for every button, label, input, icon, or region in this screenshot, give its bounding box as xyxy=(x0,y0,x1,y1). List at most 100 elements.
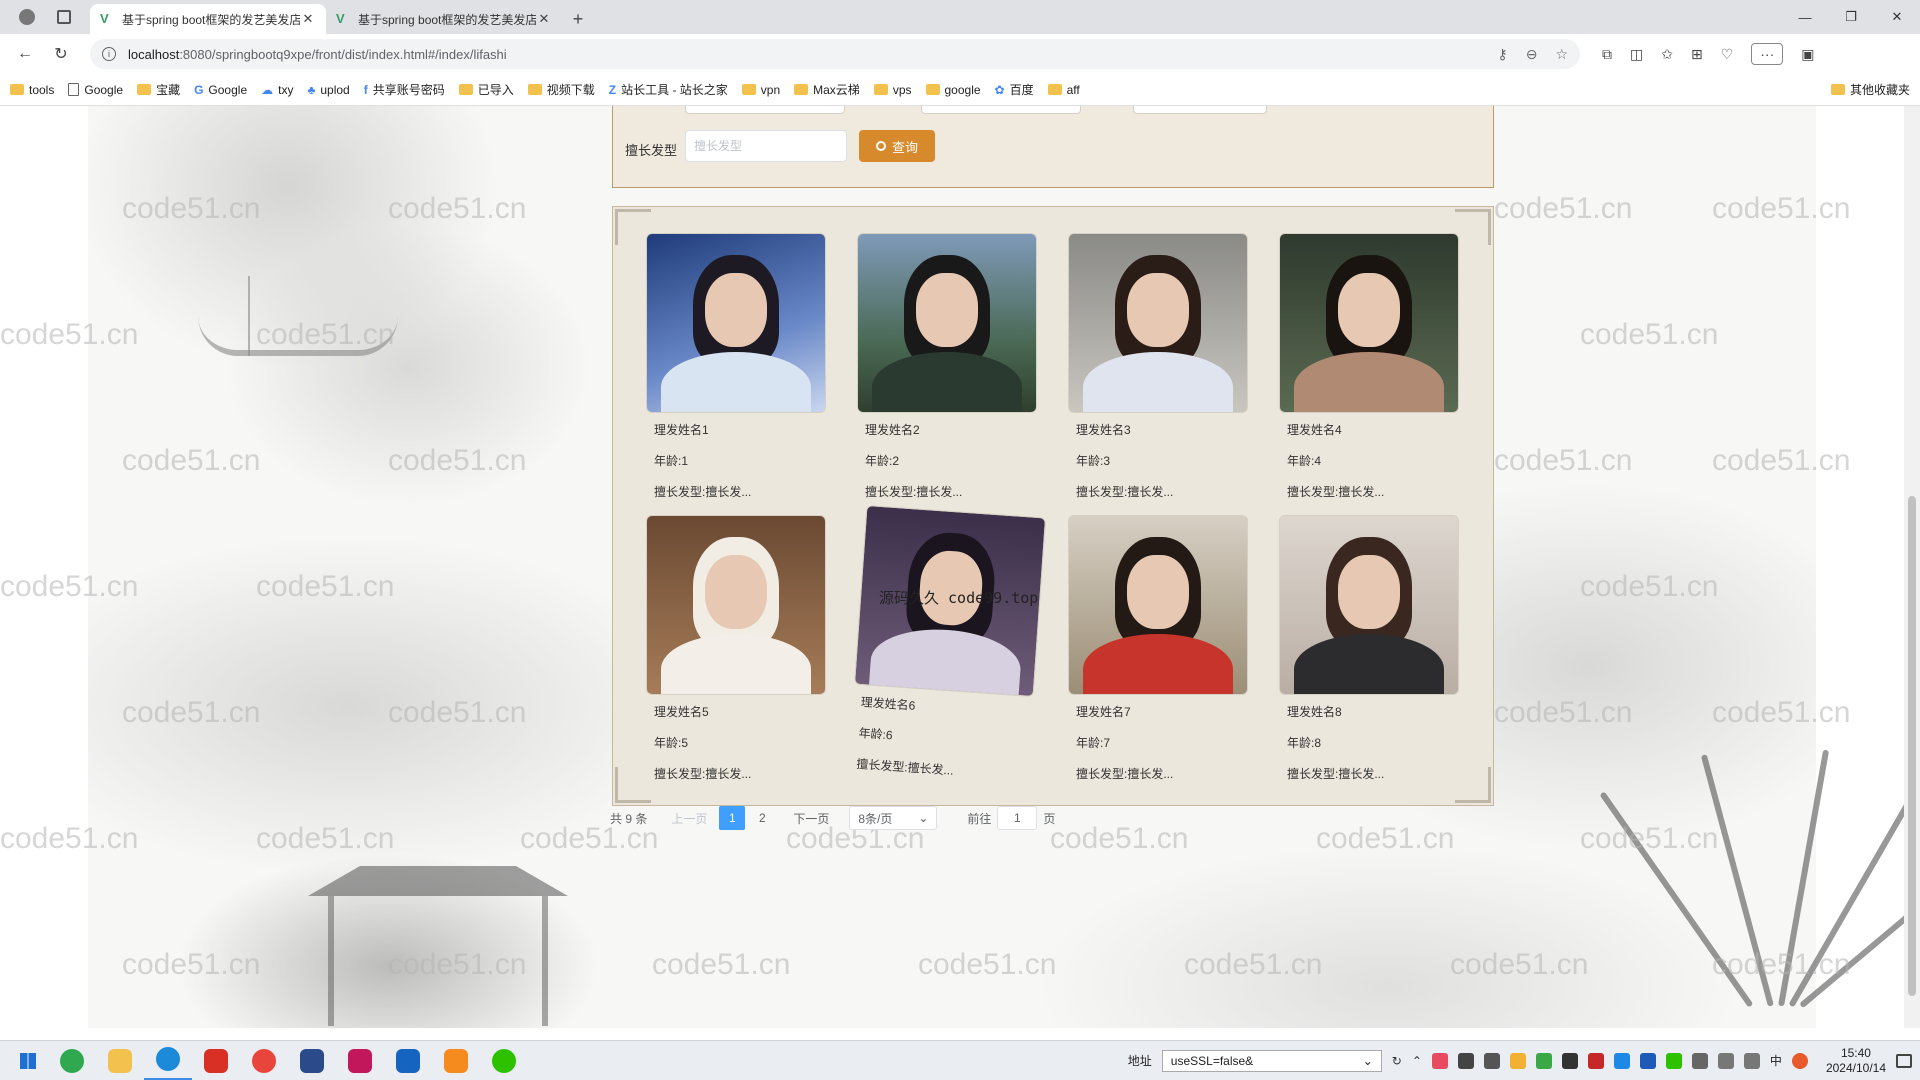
tray-app-icon[interactable] xyxy=(1535,1052,1552,1069)
browser-360-icon[interactable] xyxy=(48,1041,96,1080)
key-icon[interactable]: ⚷ xyxy=(1497,46,1507,63)
bookmark-other-favorites[interactable]: 其他收藏夹 xyxy=(1830,81,1910,98)
scrollbar-thumb[interactable] xyxy=(1908,496,1916,996)
next-page-button[interactable]: 下一页 xyxy=(783,810,839,827)
bookmark-treasure[interactable]: 宝藏 xyxy=(137,81,180,98)
profile-icon[interactable] xyxy=(19,9,35,25)
stylist-photo[interactable] xyxy=(1279,233,1459,413)
sidebar-toggle-icon[interactable]: ▣ xyxy=(1801,46,1814,63)
bookmark-imported[interactable]: 已导入 xyxy=(458,81,514,98)
stylist-photo[interactable] xyxy=(1068,233,1248,413)
bookmark-vpn[interactable]: vpn xyxy=(741,83,780,97)
bookmark-max-ladder[interactable]: Max云梯 xyxy=(794,81,860,98)
stylist-photo[interactable] xyxy=(1279,515,1459,695)
tray-app-icon[interactable] xyxy=(1431,1052,1448,1069)
notification-icon[interactable] xyxy=(1896,1053,1912,1068)
bookmark-vps[interactable]: vps xyxy=(873,83,912,97)
network-icon[interactable] xyxy=(1717,1052,1734,1069)
edge-browser-icon[interactable] xyxy=(144,1041,192,1080)
microphone-icon[interactable] xyxy=(1483,1052,1500,1069)
restore-icon[interactable]: ❐ xyxy=(1828,0,1874,34)
prev-page-button[interactable]: 上一页 xyxy=(661,810,717,827)
tray-app-icon[interactable] xyxy=(1639,1052,1656,1069)
tab-2[interactable]: V 基于spring boot框架的发艺美发店 ✕ xyxy=(326,4,562,34)
zoom-icon[interactable]: ⊖ xyxy=(1526,46,1538,63)
bookmark-shared-accounts[interactable]: f 共享账号密码 xyxy=(364,81,445,98)
split-screen-icon[interactable]: ◫ xyxy=(1630,46,1643,63)
bookmark-txy[interactable]: ☁ txy xyxy=(261,83,293,97)
page-2-button[interactable]: 2 xyxy=(749,806,775,830)
stylist-photo[interactable] xyxy=(646,233,826,413)
new-tab-button[interactable]: + xyxy=(562,4,594,34)
tray-app-icon[interactable] xyxy=(1457,1052,1474,1069)
bookmark-google-2[interactable]: G Google xyxy=(194,83,247,97)
more-menu-icon[interactable]: ··· xyxy=(1751,43,1784,65)
bookmark-video-download[interactable]: 视频下载 xyxy=(527,81,595,98)
intellij-icon[interactable] xyxy=(336,1041,384,1080)
search-field-partial[interactable] xyxy=(921,106,1081,114)
battery-icon[interactable] xyxy=(1691,1052,1708,1069)
tab-1[interactable]: V 基于spring boot框架的发艺美发店 ✕ xyxy=(90,4,326,34)
search-field-partial[interactable] xyxy=(1133,106,1267,114)
search-field-partial[interactable] xyxy=(685,106,845,114)
wechat-tray-icon[interactable] xyxy=(1665,1052,1682,1069)
bookmark-tools[interactable]: tools xyxy=(10,83,54,97)
page-size-select[interactable]: 8条/页 ⌄ xyxy=(849,806,938,830)
favorite-star-icon[interactable]: ☆ xyxy=(1555,46,1568,63)
reload-icon[interactable]: ↻ xyxy=(46,39,76,69)
bookmark-google[interactable]: Google xyxy=(68,83,123,97)
stylist-photo[interactable] xyxy=(646,515,826,695)
tray-app-icon[interactable] xyxy=(1561,1052,1578,1069)
bookmark-aff[interactable]: aff xyxy=(1047,83,1080,97)
close-tab-icon[interactable]: ✕ xyxy=(300,11,316,27)
stylist-card[interactable]: 理发姓名2 年龄:2 擅长发型:擅长发... xyxy=(857,233,1039,500)
browser-essentials-icon[interactable]: ♡ xyxy=(1721,46,1734,63)
page-scrollbar[interactable] xyxy=(1904,106,1920,1028)
stylist-card[interactable]: 理发姓名6 年龄:6 擅长发型:擅长发... xyxy=(848,504,1048,784)
extensions-icon[interactable]: ⧉ xyxy=(1602,46,1612,63)
system-clock[interactable]: 15:40 2024/10/14 xyxy=(1826,1046,1886,1076)
tray-app-icon[interactable] xyxy=(1587,1052,1604,1069)
close-window-icon[interactable]: ✕ xyxy=(1874,0,1920,34)
wps-icon[interactable] xyxy=(192,1041,240,1080)
close-tab-icon[interactable]: ✕ xyxy=(536,11,552,27)
site-info-icon[interactable]: i xyxy=(102,47,116,61)
chrome-icon[interactable] xyxy=(240,1041,288,1080)
favorites-icon[interactable]: ✩ xyxy=(1661,46,1673,63)
back-arrow-icon[interactable]: ← xyxy=(10,39,40,69)
stylist-photo[interactable] xyxy=(1068,515,1248,695)
show-hidden-icons[interactable]: ⌃ xyxy=(1412,1054,1422,1068)
sogou-ime-icon[interactable] xyxy=(1791,1052,1808,1069)
tray-app-icon[interactable] xyxy=(1613,1052,1630,1069)
volume-icon[interactable] xyxy=(1743,1052,1760,1069)
tray-app-icon[interactable] xyxy=(1509,1052,1526,1069)
goto-page-input[interactable]: 1 xyxy=(997,806,1038,830)
search-button[interactable]: 查询 xyxy=(859,130,935,162)
input-method-indicator[interactable]: 中 xyxy=(1770,1052,1782,1069)
page-1-button[interactable]: 1 xyxy=(719,806,746,830)
app-orange-icon[interactable] xyxy=(432,1041,480,1080)
stylist-card[interactable]: 理发姓名5 年龄:5 擅长发型:擅长发... xyxy=(646,515,828,782)
bookmark-webmaster-tools[interactable]: Z 站长工具 - 站长之家 xyxy=(609,81,728,98)
refresh-icon[interactable]: ↻ xyxy=(1392,1054,1402,1068)
bookmark-baidu[interactable]: ✿ 百度 xyxy=(995,81,1034,98)
stylist-card[interactable]: 理发姓名4 年龄:4 擅长发型:擅长发... xyxy=(1279,233,1461,500)
collections-icon[interactable]: ⊞ xyxy=(1691,46,1703,63)
windows-start-icon[interactable] xyxy=(8,1041,48,1080)
stylist-photo[interactable] xyxy=(857,233,1037,413)
stylist-card[interactable]: 理发姓名3 年龄:3 擅长发型:擅长发... xyxy=(1068,233,1250,500)
bookmark-google-folder[interactable]: google xyxy=(925,83,981,97)
stylist-card[interactable]: 理发姓名8 年龄:8 擅长发型:擅长发... xyxy=(1279,515,1461,782)
stylist-card[interactable]: 理发姓名1 年龄:1 擅长发型:擅长发... xyxy=(646,233,828,500)
app-blue-icon[interactable] xyxy=(384,1041,432,1080)
tab-actions-icon[interactable] xyxy=(57,10,71,24)
minimize-icon[interactable]: — xyxy=(1782,0,1828,34)
address-bar[interactable]: i localhost:8080/springbootq9xpe/front/d… xyxy=(90,39,1580,69)
taskbar-address-field[interactable]: useSSL=false& ⌄ xyxy=(1161,1049,1382,1072)
hairstyle-search-input[interactable] xyxy=(685,130,847,162)
file-explorer-icon[interactable] xyxy=(96,1041,144,1080)
wechat-icon[interactable] xyxy=(480,1041,528,1080)
stylist-card[interactable]: 理发姓名7 年龄:7 擅长发型:擅长发... xyxy=(1068,515,1250,782)
vscode-icon[interactable] xyxy=(288,1041,336,1080)
bookmark-uplod[interactable]: ♣ uplod xyxy=(307,83,349,97)
